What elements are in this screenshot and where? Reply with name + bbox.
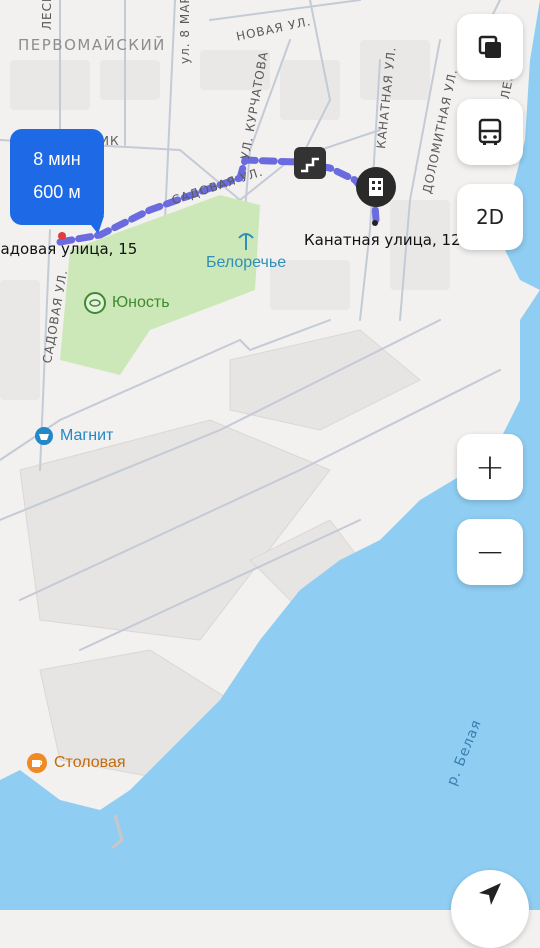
start-marker [58, 232, 66, 240]
view-mode-label: 2D [475, 205, 505, 229]
zoom-in-button[interactable]: + [457, 434, 523, 500]
locate-button[interactable] [451, 870, 529, 948]
route-summary-card[interactable]: 8 мин 600 м [10, 129, 104, 225]
poi-yunost-label: Юность [112, 294, 170, 311]
poi-stolovaya[interactable]: Столовая [26, 752, 126, 774]
end-marker [372, 220, 378, 226]
route-distance: 600 м [33, 182, 81, 202]
zoom-out-button[interactable]: − [457, 519, 523, 585]
start-address-label: Садовая улица, 15 [0, 240, 138, 258]
street-lesnaya: ЛЕСН [40, 0, 54, 30]
poi-magnit[interactable]: Магнит [34, 426, 113, 446]
poi-belorechye-label: Белоречье [206, 254, 287, 271]
poi-belorechye[interactable]: Белоречье [206, 232, 286, 272]
poi-magnit-label: Магнит [60, 427, 114, 444]
layers-button[interactable] [457, 14, 523, 80]
zoom-in-icon: + [474, 446, 506, 488]
layers-icon [478, 35, 501, 58]
route-card-pointer [84, 216, 104, 234]
stadium-icon [84, 292, 106, 314]
bus-icon [478, 118, 502, 145]
route-time: 8 мин [33, 149, 81, 169]
district-label: ПЕРВОМАЙСКИЙ [18, 36, 166, 54]
cafe-cup-icon [27, 753, 47, 773]
park-icon [238, 233, 254, 250]
street-8-marta: ул. 8 МАР [178, 0, 192, 64]
shop-basket-icon [35, 427, 53, 445]
stairs-icon [294, 147, 326, 179]
location-arrow-icon [479, 883, 501, 905]
zoom-out-icon: − [474, 531, 506, 573]
transit-button[interactable] [457, 99, 523, 165]
poi-yunost[interactable]: Юность [84, 292, 170, 314]
building-icon[interactable] [356, 167, 396, 207]
view-mode-button[interactable]: 2D [457, 184, 523, 250]
poi-stolovaya-label: Столовая [54, 754, 126, 771]
end-address-label: Канатная улица, 12 [304, 231, 461, 249]
